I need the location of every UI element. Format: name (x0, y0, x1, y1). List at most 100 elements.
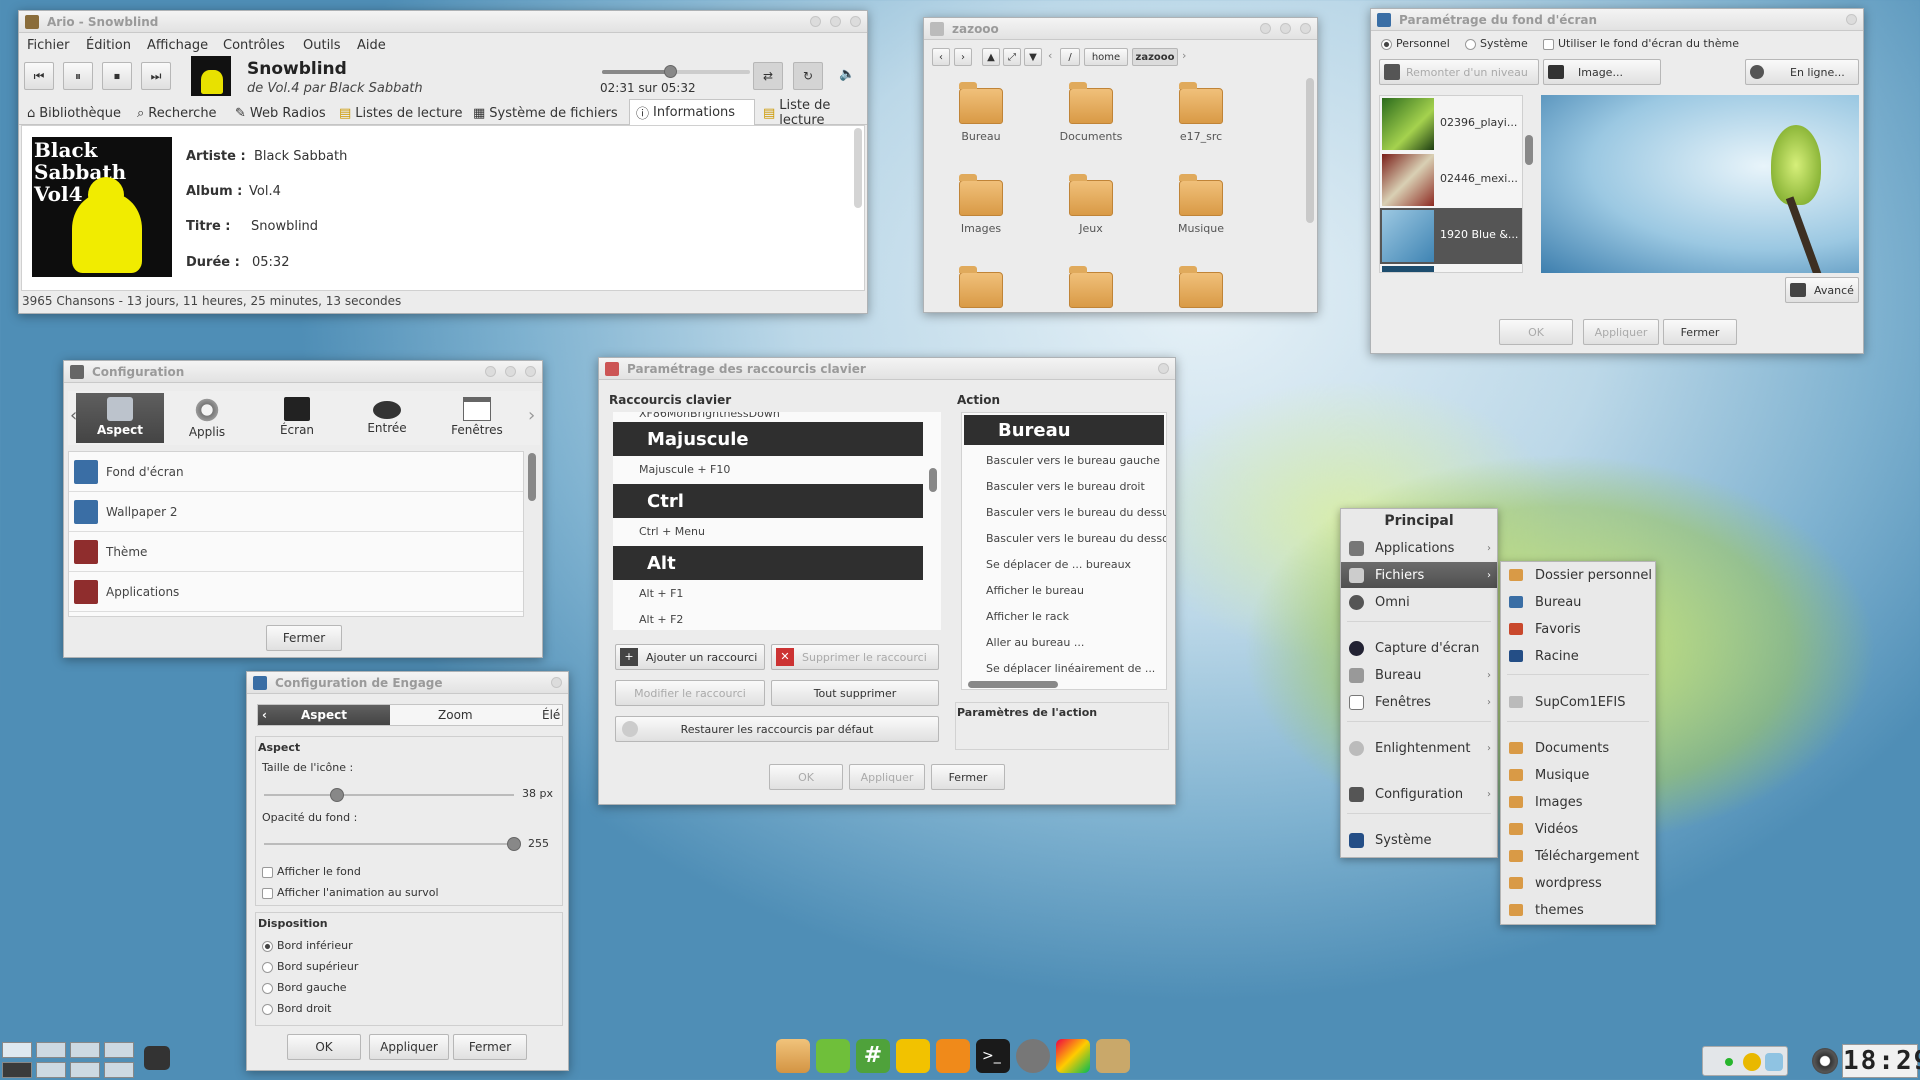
menu-item-images[interactable]: Images (1501, 789, 1655, 815)
pager-desk[interactable] (70, 1042, 100, 1058)
radio-systeme[interactable]: Système (1465, 37, 1528, 50)
delete-shortcut-button[interactable]: ✕ Supprimer le raccourci (771, 644, 939, 670)
tab-informations[interactable]: ⓘ Informations (629, 99, 755, 125)
back-button[interactable]: ‹ (932, 48, 950, 66)
menu-item-favoris[interactable]: Favoris (1501, 616, 1655, 642)
scroll-right-arrow[interactable]: › (528, 405, 535, 426)
minimize-button[interactable] (810, 16, 821, 27)
shuffle-button[interactable]: ⇄ (753, 62, 783, 90)
menu-item-telechargement[interactable]: Téléchargement (1501, 843, 1655, 869)
tab-listes-de-lecture[interactable]: ▤ Listes de lecture (333, 101, 465, 125)
menu-item-bureau[interactable]: Bureau (1501, 589, 1655, 615)
category-applis[interactable]: Applis (172, 393, 242, 443)
menu-item-configuration[interactable]: Configuration › (1341, 781, 1497, 807)
pager-desk[interactable] (70, 1062, 100, 1078)
menu-affichage[interactable]: Affichage (147, 38, 208, 53)
opacity-knob[interactable] (507, 837, 521, 851)
pager-desk[interactable] (104, 1062, 134, 1078)
tab-aspect[interactable]: ‹ Aspect (258, 705, 390, 725)
notes-tray-icon[interactable] (1743, 1053, 1761, 1071)
close-dialog-button[interactable]: Fermer (453, 1034, 527, 1060)
list-item[interactable]: Fond d'écran (69, 452, 523, 492)
menu-controles[interactable]: Contrôles (223, 38, 285, 53)
menu-aide[interactable]: Aide (357, 38, 386, 53)
home-folder-icon[interactable] (776, 1039, 810, 1073)
advanced-button[interactable]: Avancé (1785, 277, 1859, 303)
view-button[interactable]: ▼ (1024, 48, 1042, 66)
wallpaper-item-selected[interactable]: 1920 Blue &... (1380, 208, 1522, 264)
category-entree[interactable]: Entrée (352, 393, 422, 443)
modify-shortcut-button[interactable]: Modifier le raccourci (615, 680, 765, 706)
category-fenetres[interactable]: Fenêtres (440, 393, 514, 443)
apply-button[interactable]: Appliquer (1583, 319, 1659, 345)
close-button[interactable] (525, 366, 536, 377)
menu-item-systeme[interactable]: Système (1341, 827, 1497, 853)
menu-item-fichiers[interactable]: Fichiers › (1341, 562, 1497, 588)
paint-icon[interactable] (1056, 1039, 1090, 1073)
radio-bord-inferieur[interactable]: Bord inférieur (262, 939, 353, 952)
close-dialog-button[interactable]: Fermer (931, 764, 1005, 790)
menu-item-wordpress[interactable]: wordpress (1501, 870, 1655, 896)
power-icon[interactable] (1812, 1048, 1838, 1074)
tab-zoom[interactable]: Zoom (438, 708, 473, 722)
action-row[interactable]: Se déplacer linéairement de ... (986, 655, 1166, 681)
shortcuts-scrollbar[interactable] (929, 468, 937, 492)
close-dialog-button[interactable]: Fermer (266, 625, 342, 651)
close-dialog-button[interactable]: Fermer (1663, 319, 1737, 345)
ario-titlebar[interactable]: Ario - Snowblind (19, 11, 867, 33)
menu-item-omni[interactable]: Omni (1341, 589, 1497, 615)
folder-musique[interactable] (1179, 174, 1223, 216)
list-item[interactable]: Wallpaper 2 (69, 492, 523, 532)
wallpaper-item[interactable]: 02446_mexi... (1380, 152, 1522, 208)
action-row[interactable]: Basculer vers le bureau du dessous (986, 525, 1166, 551)
action-row[interactable]: Aller au bureau ... (986, 629, 1166, 655)
path-prev[interactable]: ‹ (1048, 49, 1052, 62)
screenshot-icon[interactable] (144, 1046, 170, 1070)
action-hscrollbar[interactable] (968, 681, 1058, 688)
icon-size-slider[interactable] (264, 788, 514, 802)
delete-all-button[interactable]: Tout supprimer (771, 680, 939, 706)
irc-icon[interactable]: # (856, 1039, 890, 1073)
shortcut-row[interactable]: Alt + F2 (639, 606, 923, 630)
shortcut-row[interactable]: XF86MonBrightnessDown (639, 412, 939, 420)
pager-desk[interactable] (36, 1062, 66, 1078)
menu-item-supcom1efis[interactable]: SupCom1EFIS (1501, 689, 1655, 715)
ok-button[interactable]: OK (1499, 319, 1573, 345)
folder-e17-src[interactable] (1179, 82, 1223, 124)
tab-web-radios[interactable]: ✎ Web Radios (229, 101, 331, 125)
close-button[interactable] (1300, 23, 1311, 34)
shortcut-row[interactable]: Alt + F1 (639, 580, 923, 606)
action-row[interactable]: Basculer vers le bureau droit (986, 473, 1166, 499)
pager-desk-active[interactable] (2, 1062, 32, 1078)
menu-item-enlightenment[interactable]: Enlightenment › (1341, 735, 1497, 761)
tab-elements[interactable]: Élé (542, 708, 560, 722)
repeat-button[interactable]: ↻ (793, 62, 823, 90)
folder-item[interactable] (1069, 266, 1113, 308)
folder-documents[interactable] (1069, 82, 1113, 124)
pause-button[interactable]: ⏸ (63, 62, 93, 90)
action-row[interactable]: Basculer vers le bureau gauche (986, 447, 1166, 473)
wallpaper-item[interactable]: 02396_playi... (1380, 96, 1522, 152)
menu-item-fenetres[interactable]: Fenêtres › (1341, 689, 1497, 715)
opacity-slider[interactable] (264, 837, 521, 851)
keys-titlebar[interactable]: Paramétrage des raccourcis clavier (599, 358, 1175, 380)
menu-item-documents[interactable]: Documents (1501, 735, 1655, 761)
icon-size-knob[interactable] (329, 788, 344, 802)
config-titlebar[interactable]: Configuration (64, 361, 542, 383)
previous-button[interactable]: ⏮ (24, 62, 54, 90)
folder-item[interactable] (959, 266, 1003, 308)
apply-button[interactable]: Appliquer (369, 1034, 449, 1060)
next-button[interactable]: ⏭ (141, 62, 171, 90)
ok-button[interactable]: OK (769, 764, 843, 790)
menu-item-dossier-personnel[interactable]: Dossier personnel (1501, 562, 1655, 588)
radio-personnel[interactable]: Personnel (1381, 37, 1450, 50)
use-theme-checkbox[interactable]: Utiliser le fond d'écran du thème (1543, 37, 1739, 50)
path-home[interactable]: home (1084, 48, 1128, 66)
messenger-tray-icon[interactable] (1765, 1053, 1783, 1071)
maximize-button[interactable] (1280, 23, 1291, 34)
maximize-button[interactable] (505, 366, 516, 377)
tab-systeme-de-fichiers[interactable]: ▦ Système de fichiers (467, 101, 627, 125)
folder-item[interactable] (1179, 266, 1223, 308)
config-scrollbar[interactable] (528, 453, 536, 501)
apply-button[interactable]: Appliquer (849, 764, 925, 790)
